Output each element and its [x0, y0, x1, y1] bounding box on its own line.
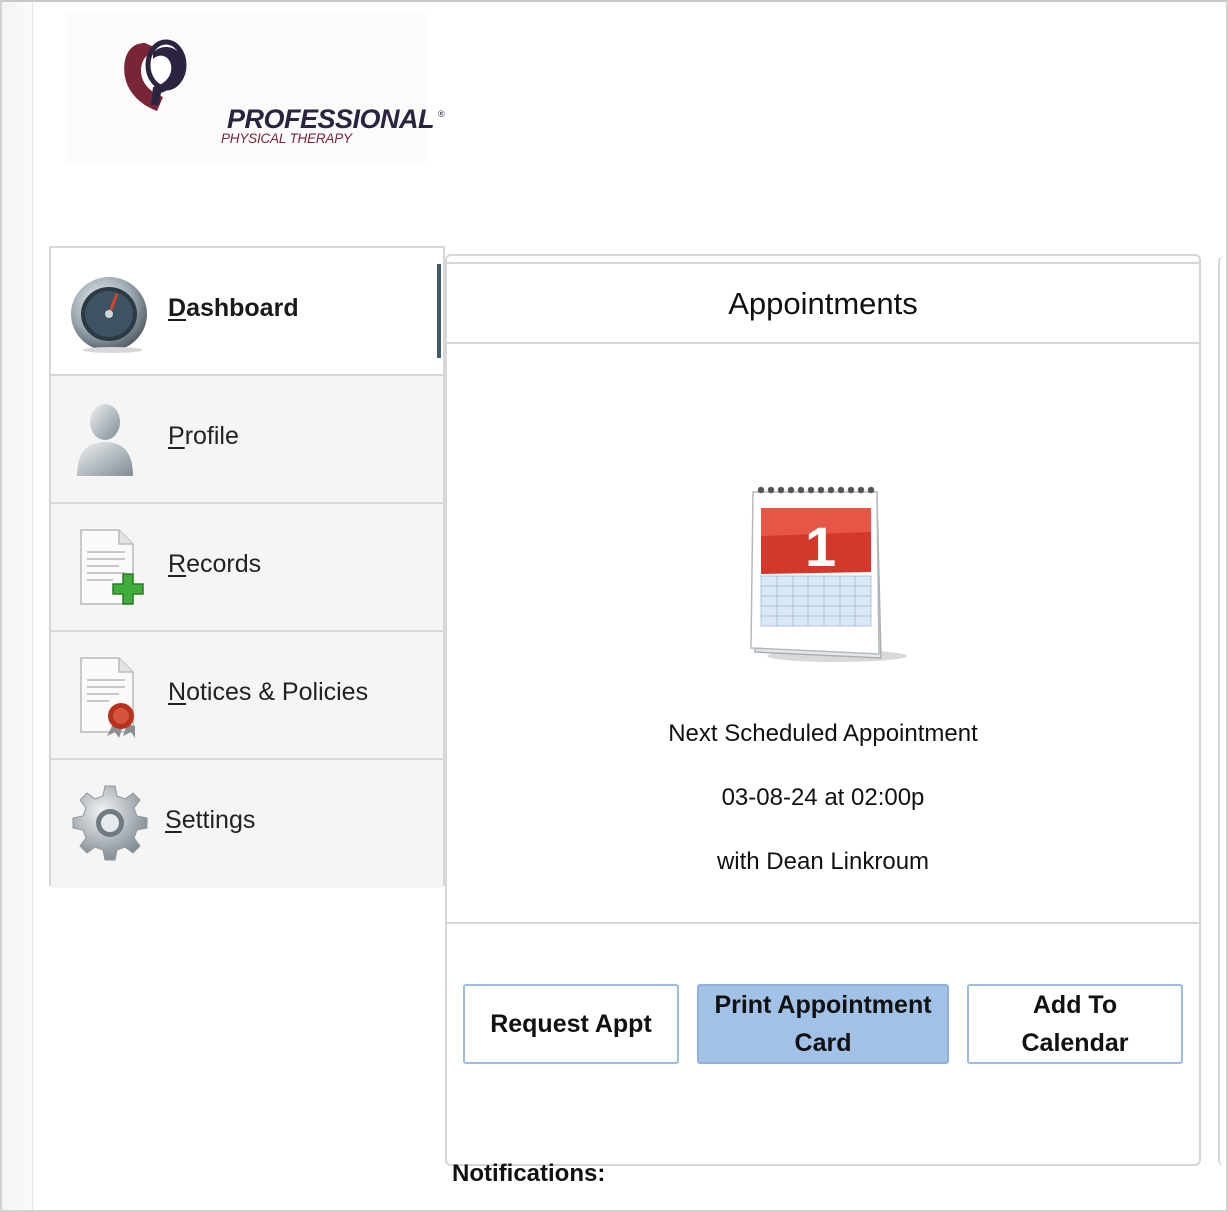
card-divider: [447, 922, 1199, 924]
sidebar-item-dashboard[interactable]: Dashboard: [51, 248, 443, 376]
sidebar-item-label: Records: [168, 550, 262, 578]
print-button-line1: Print Appointment: [714, 991, 932, 1019]
adjacent-card-edge: [1218, 256, 1228, 1166]
print-button-line2: Card: [794, 1029, 852, 1057]
sidebar-item-label: Settings: [165, 806, 256, 834]
dashboard-gauge-icon: [71, 277, 147, 353]
add-to-calendar-button[interactable]: Add To Calendar: [967, 984, 1183, 1064]
sidebar-item-label: Profile: [168, 422, 239, 450]
sidebar-item-label: Notices & Policies: [168, 678, 369, 706]
sidebar-item-profile[interactable]: Profile: [51, 376, 443, 504]
calendar-day-number: 1: [805, 515, 836, 578]
calendar-icon: 1: [750, 486, 907, 662]
appointments-title: Appointments: [728, 286, 918, 321]
sidebar-item-label: Dashboard: [168, 294, 299, 322]
document-add-icon: [80, 529, 144, 605]
appointments-card: Appointments 1 Next Scheduled Appointmen…: [445, 254, 1201, 1166]
next-appointment-label: Next Scheduled Appointment: [668, 720, 978, 747]
print-appointment-card-button[interactable]: Print Appointment Card: [697, 984, 949, 1064]
sidebar-item-records[interactable]: Records: [51, 504, 443, 632]
appointments-card-header: Appointments: [447, 262, 1199, 344]
notifications-heading: Notifications:: [452, 1160, 606, 1187]
user-silhouette-icon: [77, 404, 133, 476]
request-appt-button[interactable]: Request Appt: [463, 984, 679, 1064]
add-button-line1: Add To: [1032, 991, 1118, 1019]
logo-registered-mark: ®: [438, 109, 445, 119]
sidebar-item-settings[interactable]: Settings: [51, 760, 443, 888]
logo[interactable]: PROFESSIONAL ® PHYSICAL THERAPY: [67, 13, 445, 163]
active-indicator: [437, 264, 441, 358]
appointment-datetime: 03-08-24 at 02:00p: [721, 784, 925, 811]
appointment-provider: with Dean Linkroum: [716, 848, 930, 875]
logo-subtitle: PHYSICAL THERAPY: [221, 131, 352, 146]
add-button-line2: Calendar: [1021, 1029, 1129, 1057]
gear-icon: [72, 785, 148, 861]
document-seal-icon: [80, 657, 135, 738]
sidebar-item-notices-policies[interactable]: Notices & Policies: [51, 632, 443, 760]
sidebar-nav: Dashboard Profile Records Notices & Poli…: [49, 246, 445, 888]
left-gutter: [2, 2, 33, 1210]
